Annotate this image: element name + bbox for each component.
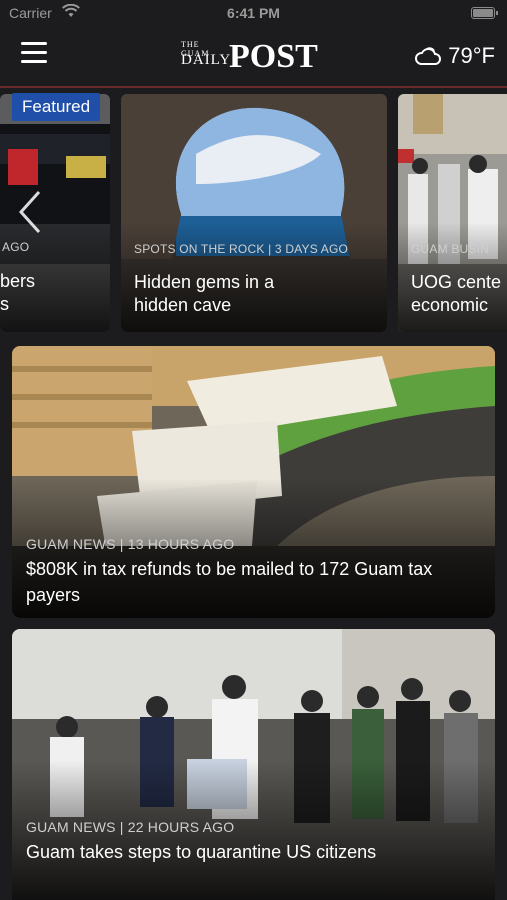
cloud-icon [415, 47, 442, 65]
article-card[interactable]: GUAM NEWS | 13 HOURS AGO $808K in tax re… [12, 346, 495, 618]
article-title: Guam takes steps to quarantine US citize… [26, 842, 377, 862]
article-meta: GUAM NEWS | 13 HOURS AGO [26, 536, 235, 552]
hamburger-menu-icon[interactable] [21, 42, 47, 64]
featured-carousel[interactable]: AGO bers s SPOTS ON THE ROCK | 3 DAYS AG… [0, 92, 507, 334]
slide-title-line1: Hidden gems in a [134, 272, 275, 292]
status-bar: Carrier 6:41 PM [0, 0, 507, 28]
article-meta: GUAM NEWS | 22 HOURS AGO [26, 819, 235, 835]
logo-text-post: POST [229, 38, 318, 75]
carousel-prev-chevron-icon[interactable] [17, 190, 43, 239]
slide-title-line2: hidden cave [134, 295, 232, 315]
slide-meta: AGO [2, 240, 30, 254]
battery-icon [471, 7, 498, 19]
carousel-slide[interactable]: SPOTS ON THE ROCK | 3 DAYS AGO Hidden ge… [121, 94, 387, 332]
featured-badge: Featured [12, 93, 101, 121]
article-title: $808K in tax refunds to be mailed to 172… [26, 559, 433, 605]
logo-text-daily: DAILY [181, 52, 232, 68]
carousel-slide[interactable]: GUAM BUSIN UOG cente economic [398, 94, 507, 332]
top-nav-bar: THE GUAM DAILY POST 79°F [0, 28, 507, 88]
slide-title-line1: UOG cente [411, 272, 502, 292]
slide-title-line1: bers [0, 271, 36, 291]
article-card[interactable]: GUAM NEWS | 22 HOURS AGO Guam takes step… [12, 629, 495, 900]
slide-title-line2: s [0, 294, 9, 314]
clock: 6:41 PM [227, 5, 280, 21]
slide-title-line2: economic [411, 295, 489, 315]
weather-widget[interactable]: 79°F [414, 42, 495, 70]
slide-meta: SPOTS ON THE ROCK | 3 DAYS AGO [134, 242, 349, 256]
slide-meta: GUAM BUSIN [411, 242, 490, 256]
temperature: 79°F [448, 43, 495, 68]
